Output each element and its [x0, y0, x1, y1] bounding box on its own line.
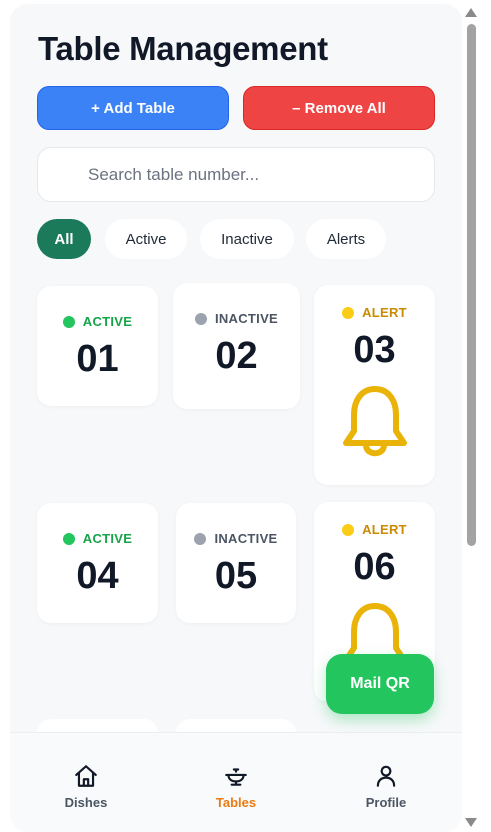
status-label: ALERT: [362, 522, 407, 537]
table-card-01[interactable]: ACTIVE 01: [37, 286, 158, 406]
active-dot-icon: [62, 315, 75, 328]
nav-label: Tables: [215, 795, 257, 810]
bell-icon: [343, 386, 407, 457]
remove-all-button[interactable]: – Remove All: [243, 86, 435, 130]
nav-item-profile[interactable]: Profile: [336, 763, 436, 810]
home-icon: [75, 765, 97, 787]
status-badge: ACTIVE: [37, 314, 158, 329]
scroll-down-arrow-icon[interactable]: [465, 818, 477, 827]
inactive-dot-icon: [194, 532, 207, 545]
user-icon: [376, 765, 396, 787]
status-label: ACTIVE: [82, 531, 133, 546]
status-label: INACTIVE: [214, 311, 279, 326]
nav-label: Dishes: [64, 795, 108, 810]
filter-all[interactable]: All: [37, 219, 91, 259]
nav-item-tables[interactable]: Tables: [186, 763, 286, 810]
status-badge: ALERT: [314, 522, 435, 537]
table-number: 04: [76, 555, 119, 597]
filter-alerts[interactable]: Alerts: [306, 219, 386, 259]
status-label: INACTIVE: [214, 531, 278, 546]
mail-qr-button[interactable]: Mail QR: [326, 654, 434, 714]
status-badge: ACTIVE: [37, 531, 158, 546]
alert-dot-icon: [342, 523, 355, 536]
active-dot-icon: [62, 532, 75, 545]
search-box: [37, 147, 435, 202]
table-number: 05: [214, 555, 258, 597]
scrollbar[interactable]: [462, 0, 480, 832]
add-table-button[interactable]: + Add Table: [37, 86, 229, 130]
alert-dot-icon: [342, 306, 355, 319]
inactive-dot-icon: [194, 312, 207, 325]
app-frame: Table Management + Add Table – Remove Al…: [10, 4, 462, 832]
status-badge: INACTIVE: [176, 531, 296, 546]
status-label: ALERT: [362, 305, 407, 320]
scrollbar-thumb[interactable]: [467, 24, 476, 546]
table-number: 02: [215, 335, 258, 377]
status-badge: ALERT: [314, 305, 435, 320]
filter-inactive[interactable]: Inactive: [200, 219, 294, 259]
status-label: ACTIVE: [82, 314, 133, 329]
status-badge: INACTIVE: [173, 311, 300, 326]
nav-label: Profile: [365, 795, 407, 810]
bottom-navigation: Dishes Tables Profile: [10, 732, 462, 832]
page-title: Table Management: [38, 30, 328, 67]
table-card-03[interactable]: ALERT 03: [314, 285, 435, 485]
scroll-up-arrow-icon[interactable]: [465, 8, 477, 17]
table-card-05[interactable]: INACTIVE 05: [176, 503, 296, 623]
search-input[interactable]: [38, 148, 434, 201]
table-number: 03: [353, 329, 396, 371]
table-card-04[interactable]: ACTIVE 04: [37, 503, 158, 623]
table-number: 01: [76, 338, 119, 380]
serving-tray-icon: [225, 768, 247, 786]
table-card-02[interactable]: INACTIVE 02: [173, 283, 300, 409]
filter-active[interactable]: Active: [105, 219, 187, 259]
table-number: 06: [353, 546, 396, 588]
nav-item-dishes[interactable]: Dishes: [36, 763, 136, 810]
